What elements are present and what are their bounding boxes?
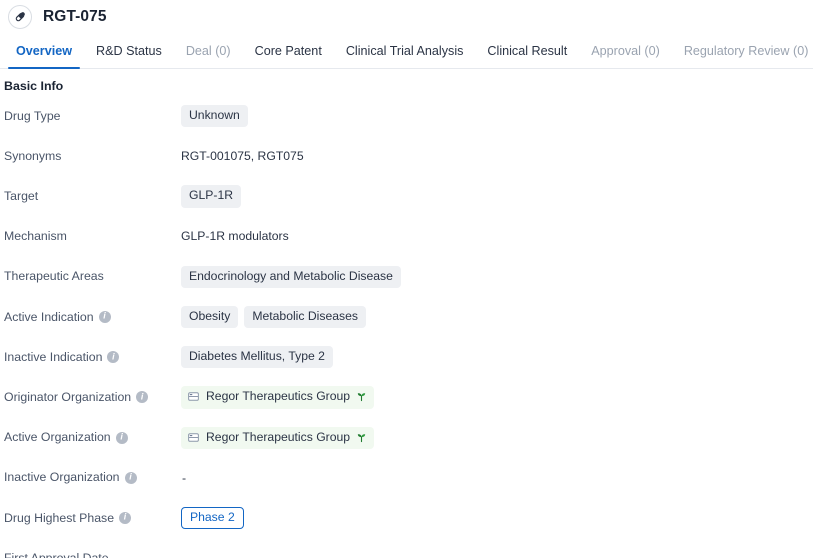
value-chip[interactable]: Metabolic Diseases <box>244 305 366 328</box>
info-icon[interactable]: i <box>98 310 111 323</box>
info-row-value: Endocrinology and Metabolic Disease <box>181 265 813 288</box>
info-icon[interactable]: i <box>119 511 132 524</box>
info-row: Active Indication i Obesity Metabolic Disea… <box>0 305 813 328</box>
info-row-label-text: Therapeutic Areas <box>4 269 104 284</box>
info-row-label-text: Active Organization <box>4 430 111 445</box>
tab-overview[interactable]: Overview <box>4 45 84 69</box>
info-row-label: Drug Highest Phase i <box>0 511 181 526</box>
info-icon[interactable]: i <box>115 431 128 444</box>
info-row-label-text: Mechanism <box>4 229 67 244</box>
info-row-value: Obesity Metabolic Diseases <box>181 305 813 328</box>
tab-rd-status[interactable]: R&D Status <box>84 45 174 68</box>
tab-clinical-result[interactable]: Clinical Result <box>475 45 579 68</box>
info-row: Inactive Organization i - <box>0 467 813 489</box>
tab-regulatory-review[interactable]: Regulatory Review (0) <box>672 45 813 68</box>
info-row-label: Therapeutic Areas <box>0 269 181 284</box>
info-row: Active Organization i Regor Therapeutics G… <box>0 426 813 449</box>
info-row-value: Regor Therapeutics Group <box>181 426 813 449</box>
info-icon[interactable]: i <box>124 471 137 484</box>
info-row-value: GLP-1R <box>181 185 813 208</box>
value-text: RGT-001075, RGT075 <box>181 148 304 163</box>
info-row-label: Drug Type <box>0 109 181 124</box>
value-chip[interactable]: Obesity <box>181 305 239 328</box>
info-row-label: Inactive Indication i <box>0 350 181 365</box>
basic-info-rows: Drug Type Unknown Synonyms RGT-001075, RGT0… <box>0 105 813 558</box>
tab-core-patent[interactable]: Core Patent <box>243 45 334 68</box>
info-row-value: Diabetes Mellitus, Type 2 <box>181 346 813 369</box>
empty-value: - <box>182 551 187 558</box>
drug-phase-badge[interactable]: Phase 2 <box>181 506 244 529</box>
info-row: Drug Type Unknown <box>0 105 813 128</box>
green-sprout-icon <box>356 391 367 402</box>
value-chip[interactable]: GLP-1R <box>181 185 242 208</box>
info-row-value: Phase 2 <box>181 506 813 529</box>
info-row: First Approval Date - <box>0 547 813 558</box>
info-row-label: Mechanism <box>0 229 181 244</box>
tab-approval[interactable]: Approval (0) <box>579 45 672 68</box>
info-row: Therapeutic Areas Endocrinology and Metab… <box>0 265 813 288</box>
value-chip[interactable]: Endocrinology and Metabolic Disease <box>181 265 401 288</box>
info-row-label-text: Originator Organization <box>4 390 132 404</box>
section-title-basic-info: Basic Info <box>4 79 64 93</box>
info-row: Originator Organization i Regor Therapeuti… <box>0 386 813 409</box>
organization-chip-label: Regor Therapeutics Group <box>206 429 351 444</box>
info-row-value: GLP-1R modulators <box>181 229 813 244</box>
tab-deal[interactable]: Deal (0) <box>174 45 243 68</box>
info-row-label: Active Organization i <box>0 430 181 445</box>
capsule-icon <box>8 4 32 29</box>
value-chip[interactable]: Diabetes Mellitus, Type 2 <box>181 346 333 369</box>
organization-chip-label: Regor Therapeutics Group <box>206 389 351 404</box>
info-icon[interactable]: i <box>107 351 120 364</box>
info-row-value: - <box>181 551 813 558</box>
info-row-label-text: Synonyms <box>4 148 62 163</box>
info-row-label-text: Inactive Organization <box>4 470 120 485</box>
info-row-value: Unknown <box>181 105 813 128</box>
info-row-label: Active Indication i <box>0 310 181 325</box>
green-sprout-icon <box>356 432 367 443</box>
info-row: Synonyms RGT-001075, RGT075 <box>0 145 813 167</box>
info-row-value: Regor Therapeutics Group <box>181 386 813 409</box>
info-row: Mechanism GLP-1R modulators <box>0 226 813 248</box>
info-row-label-text: Drug Highest Phase <box>4 510 115 525</box>
organization-card-icon <box>187 390 200 403</box>
page-header: RGT-075 <box>0 0 813 33</box>
page-title: RGT-075 <box>43 7 107 25</box>
info-row: Target GLP-1R <box>0 185 813 208</box>
info-row-label: Inactive Organization i <box>0 470 181 485</box>
info-icon[interactable]: i <box>136 391 149 404</box>
info-row-label-text: Active Indication <box>4 309 94 324</box>
empty-value: - <box>182 470 187 485</box>
info-row-label-text: Inactive Indication <box>4 349 103 364</box>
info-row: Inactive Indication i Diabetes Mellitus, T… <box>0 346 813 369</box>
value-chip[interactable]: Unknown <box>181 105 248 128</box>
organization-chip[interactable]: Regor Therapeutics Group <box>181 386 375 409</box>
value-text: GLP-1R modulators <box>181 228 289 243</box>
info-row-label: Originator Organization i <box>0 390 181 405</box>
info-row-label-text: Drug Type <box>4 108 61 123</box>
info-row-label-text: First Approval Date <box>4 550 109 558</box>
tab-bar: Overview R&D Status Deal (0) Core Patent… <box>0 33 813 69</box>
info-row-value: RGT-001075, RGT075 <box>181 149 813 164</box>
info-row-label: First Approval Date <box>0 551 181 558</box>
info-row-label-text: Target <box>4 189 39 203</box>
organization-card-icon <box>187 431 200 444</box>
tab-clinical-trial-analysis[interactable]: Clinical Trial Analysis <box>334 45 476 68</box>
info-row: Drug Highest Phase i Phase 2 <box>0 506 813 529</box>
info-row-value: - <box>181 471 813 485</box>
organization-chip[interactable]: Regor Therapeutics Group <box>181 426 375 449</box>
info-row-label: Synonyms <box>0 149 181 164</box>
info-row-label: Target <box>0 189 181 204</box>
overview-panel: Basic Info Drug Type Unknown Synonyms RGT-0… <box>0 69 813 558</box>
